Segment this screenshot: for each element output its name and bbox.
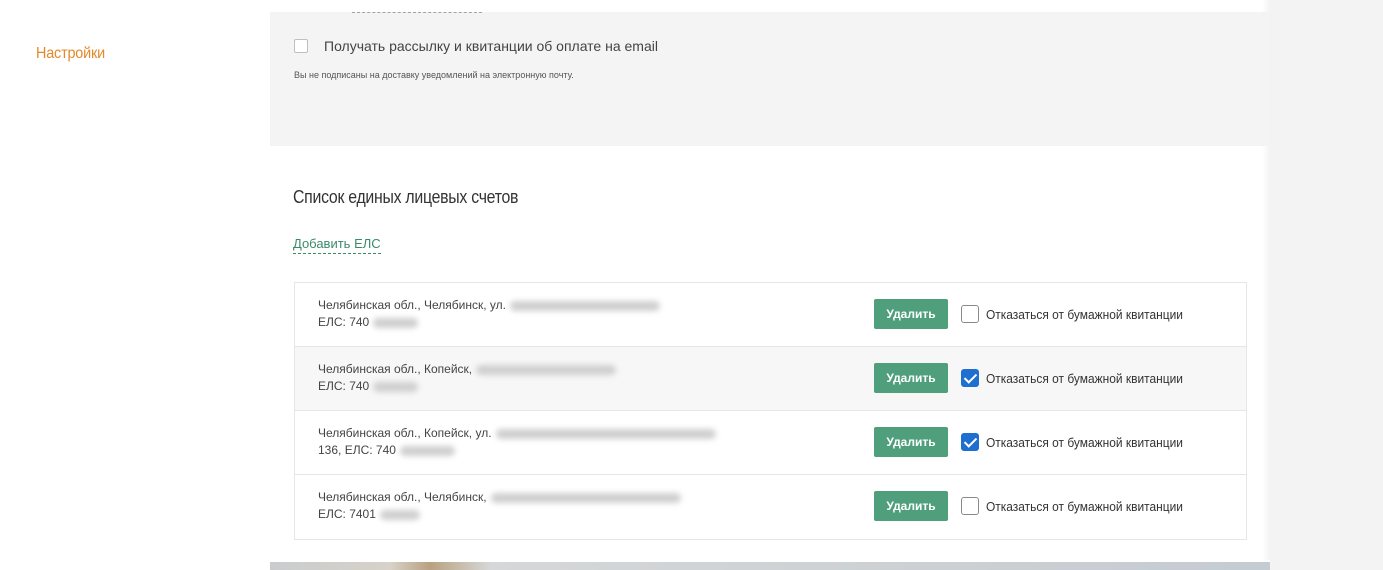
section-title: Список единых лицевых счетов: [293, 187, 519, 207]
divider: [352, 12, 482, 13]
paper-receipt-option[interactable]: Отказаться от бумажной квитанции: [961, 369, 1200, 387]
email-subscription-row[interactable]: Получать рассылку и квитанции об оплате …: [294, 38, 658, 54]
delete-button[interactable]: Удалить: [874, 491, 948, 521]
account-address-line: Челябинская обл., Челябинск,: [318, 490, 487, 504]
account-address: Челябинская обл., Копейск, ул. 136, ЕЛС:…: [318, 425, 798, 459]
redacted-text: [509, 300, 660, 311]
add-els-link[interactable]: Добавить ЕЛС: [293, 236, 381, 254]
email-subscription-note: Вы не подписаны на доставку уведомлений …: [294, 70, 574, 80]
account-els-number: 136, ЕЛС: 740: [318, 443, 396, 457]
account-els-number: ЕЛС: 740: [318, 315, 370, 329]
promo-banner: [270, 562, 1270, 570]
email-subscription-panel: Получать рассылку и квитанции об оплате …: [270, 12, 1270, 146]
paper-receipt-label[interactable]: Отказаться от бумажной квитанции: [986, 371, 1183, 386]
redacted-text: [373, 317, 419, 328]
paper-receipt-label[interactable]: Отказаться от бумажной квитанции: [986, 435, 1183, 450]
redacted-text: [379, 509, 420, 520]
account-row: Челябинская обл., Копейск, ул. 136, ЕЛС:…: [295, 411, 1246, 475]
delete-button[interactable]: Удалить: [874, 427, 948, 457]
delete-button[interactable]: Удалить: [874, 299, 948, 329]
account-address: Челябинская обл., Челябинск, ЕЛС: 7401: [318, 489, 798, 523]
account-row: Челябинская обл., Челябинск, ул. ЕЛС: 74…: [295, 283, 1246, 347]
paper-receipt-label[interactable]: Отказаться от бумажной квитанции: [986, 307, 1183, 322]
redacted-text: [495, 428, 716, 439]
account-row: Челябинская обл., Копейск, ЕЛС: 740 Удал…: [295, 347, 1246, 411]
account-address-line: Челябинская обл., Копейск,: [318, 362, 473, 376]
paper-receipt-checkbox[interactable]: [961, 497, 979, 515]
accounts-list: Челябинская обл., Челябинск, ул. ЕЛС: 74…: [294, 282, 1247, 540]
account-els-number: ЕЛС: 740: [318, 379, 370, 393]
email-subscription-label[interactable]: Получать рассылку и квитанции об оплате …: [324, 38, 658, 54]
account-address: Челябинская обл., Копейск, ЕЛС: 740: [318, 361, 798, 395]
paper-receipt-label[interactable]: Отказаться от бумажной квитанции: [986, 499, 1183, 514]
account-els-number: ЕЛС: 7401: [318, 507, 376, 521]
account-address: Челябинская обл., Челябинск, ул. ЕЛС: 74…: [318, 297, 798, 331]
redacted-text: [490, 492, 681, 503]
paper-receipt-option[interactable]: Отказаться от бумажной квитанции: [961, 433, 1200, 451]
delete-button[interactable]: Удалить: [874, 363, 948, 393]
account-address-line: Челябинская обл., Челябинск, ул.: [318, 298, 506, 312]
paper-receipt-option[interactable]: Отказаться от бумажной квитанции: [961, 305, 1200, 323]
email-subscription-checkbox[interactable]: [294, 39, 308, 53]
paper-receipt-checkbox[interactable]: [961, 305, 979, 323]
account-address-line: Челябинская обл., Копейск, ул.: [318, 426, 492, 440]
paper-receipt-option[interactable]: Отказаться от бумажной квитанции: [961, 497, 1200, 515]
sidebar-item-settings[interactable]: Настройки: [36, 45, 105, 63]
account-row: Челябинская обл., Челябинск, ЕЛС: 7401 У…: [295, 475, 1246, 539]
paper-receipt-checkbox[interactable]: [961, 433, 979, 451]
redacted-text: [373, 381, 419, 392]
redacted-text: [399, 445, 455, 456]
redacted-text: [476, 364, 617, 375]
right-gutter: [1270, 0, 1383, 570]
paper-receipt-checkbox[interactable]: [961, 369, 979, 387]
